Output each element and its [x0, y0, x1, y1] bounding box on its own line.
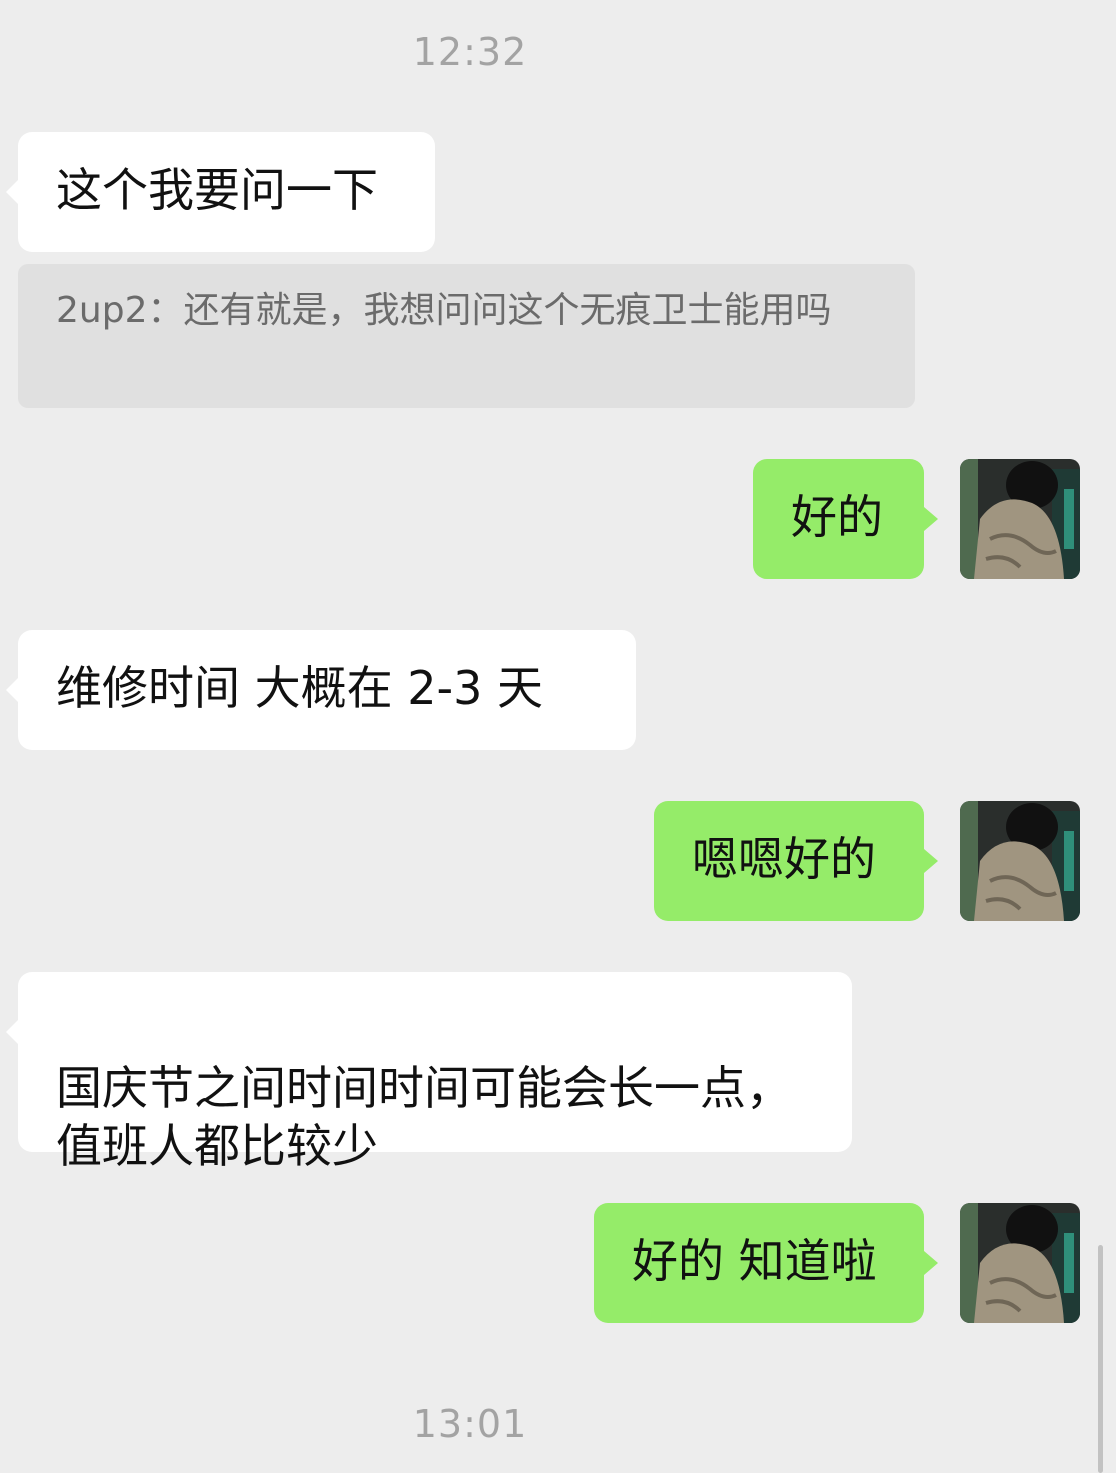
- quoted-message[interactable]: 2up2：还有就是，我想问问这个无痕卫士能用吗: [18, 264, 915, 408]
- message-bubble-outgoing[interactable]: 嗯嗯好的: [654, 801, 938, 921]
- message-bubble-incoming[interactable]: 国庆节之间时间时间可能会长一点， 值班人都比较少: [6, 972, 852, 1173]
- message-bubble-outgoing[interactable]: 好的: [753, 459, 938, 579]
- avatar-photo-icon: [960, 1203, 1080, 1323]
- message-text: 好的: [791, 490, 883, 544]
- message-bubble-outgoing[interactable]: 好的 知道啦: [594, 1203, 938, 1323]
- avatar[interactable]: [960, 801, 1080, 921]
- avatar[interactable]: [960, 459, 1080, 579]
- message-text: 好的 知道啦: [632, 1234, 877, 1288]
- message-bubble-incoming[interactable]: 维修时间 大概在 2-3 天: [6, 630, 636, 750]
- avatar-photo-icon: [960, 459, 1080, 579]
- avatar-photo-icon: [960, 801, 1080, 921]
- message-text: 这个我要问一下: [56, 163, 378, 217]
- message-text: 国庆节之间时间时间可能会长一点， 值班人都比较少: [56, 1061, 792, 1173]
- timestamp: 13:01: [412, 1402, 528, 1446]
- scrollbar[interactable]: [1098, 1245, 1103, 1473]
- message-text: 嗯嗯好的: [692, 832, 876, 886]
- quoted-message-text: 2up2：还有就是，我想问问这个无痕卫士能用吗: [56, 290, 832, 331]
- timestamp: 12:32: [412, 30, 528, 74]
- avatar[interactable]: [960, 1203, 1080, 1323]
- message-bubble-incoming[interactable]: 这个我要问一下: [6, 132, 435, 252]
- message-text: 维修时间 大概在 2-3 天: [56, 661, 543, 715]
